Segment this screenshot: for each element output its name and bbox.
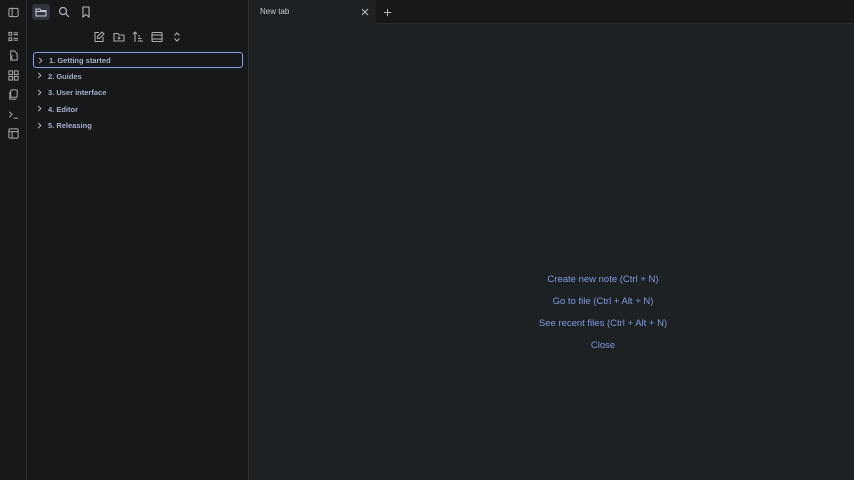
tab-bar: New tab — [250, 0, 854, 24]
tree-item-label: 1. Getting started — [49, 55, 111, 65]
tree-item-label: 3. User interface — [48, 88, 107, 98]
tab-title: New tab — [260, 7, 290, 16]
terminal-icon[interactable] — [6, 107, 21, 122]
go-to-file-link[interactable]: Go to file (Ctrl + Alt + N) — [490, 291, 716, 313]
files-icon[interactable] — [6, 87, 21, 102]
tree-item-label: 4. Editor — [48, 104, 79, 114]
new-note-icon[interactable] — [91, 29, 107, 45]
file-copy-icon[interactable] — [6, 48, 21, 63]
tree-item-releasing[interactable]: 5. Releasing — [33, 118, 243, 134]
tree-item-user-interface[interactable]: 3. User interface — [33, 85, 243, 101]
search-icon[interactable] — [55, 4, 73, 20]
new-tab-button[interactable] — [381, 6, 393, 18]
close-icon[interactable] — [359, 6, 371, 18]
bookmark-icon[interactable] — [77, 4, 95, 20]
see-recent-files-link[interactable]: See recent files (Ctrl + Alt + N) — [490, 313, 716, 335]
empty-tab-view: Create new note (Ctrl + N) Go to file (C… — [250, 25, 854, 480]
empty-state-actions: Create new note (Ctrl + N) Go to file (C… — [490, 269, 716, 357]
sidebar-toggle-icon[interactable] — [6, 5, 21, 20]
ribbon — [0, 0, 27, 480]
plus-icon — [383, 8, 391, 16]
sidebar-header — [27, 0, 249, 24]
file-explorer-sidebar: 1. Getting started 2. Guides 3. User int… — [27, 0, 249, 480]
new-folder-icon[interactable] — [111, 29, 127, 45]
folder-icon[interactable] — [32, 4, 50, 20]
app-window: 1. Getting started 2. Guides 3. User int… — [0, 0, 854, 480]
grid-icon[interactable] — [6, 68, 21, 83]
tree-item-label: 5. Releasing — [48, 121, 92, 131]
chevron-right-icon — [36, 122, 43, 129]
tree-item-getting-started[interactable]: 1. Getting started — [33, 52, 243, 68]
chevron-right-icon — [37, 57, 44, 64]
collapse-icon[interactable] — [149, 29, 165, 45]
tree-item-label: 2. Guides — [48, 71, 82, 81]
chevron-right-icon — [36, 89, 43, 96]
tree-item-guides[interactable]: 2. Guides — [33, 68, 243, 84]
chevron-right-icon — [36, 105, 43, 112]
layout-icon[interactable] — [6, 126, 21, 141]
tab-new-tab[interactable]: New tab — [250, 0, 376, 24]
close-tab-link[interactable]: Close — [490, 335, 716, 357]
list-icon[interactable] — [6, 29, 21, 44]
tree-item-editor[interactable]: 4. Editor — [33, 101, 243, 117]
chevron-right-icon — [36, 72, 43, 79]
file-tree: 1. Getting started 2. Guides 3. User int… — [33, 52, 243, 134]
create-new-note-link[interactable]: Create new note (Ctrl + N) — [490, 269, 716, 291]
expand-icon[interactable] — [169, 29, 185, 45]
file-nav-actions — [27, 28, 249, 46]
sort-icon[interactable] — [130, 29, 146, 45]
